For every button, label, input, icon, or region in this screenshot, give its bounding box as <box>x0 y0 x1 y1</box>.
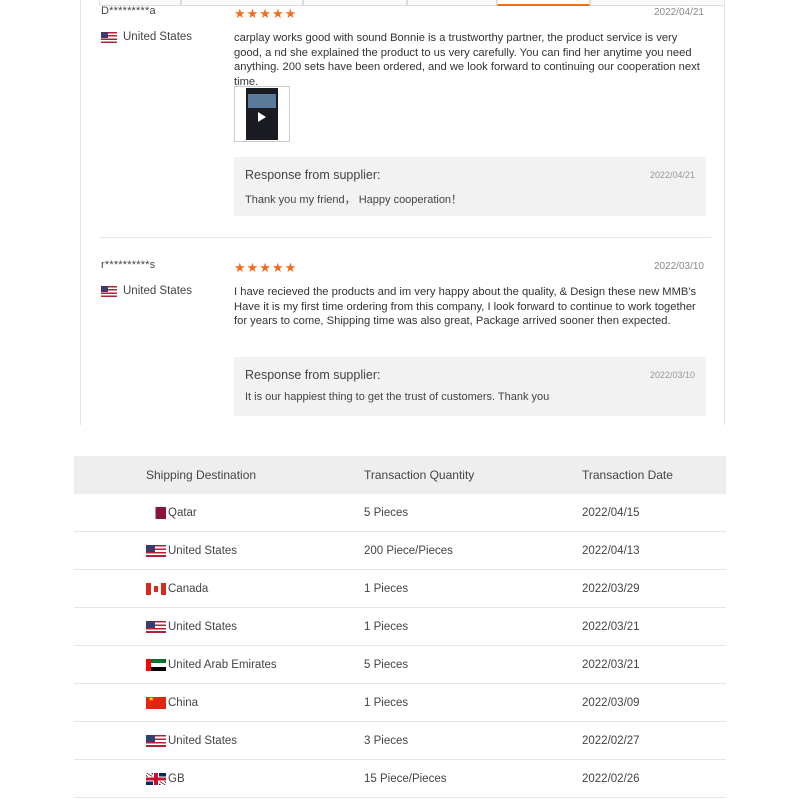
destination-name: United States <box>168 545 238 557</box>
quantity-cell: 1 Pieces <box>364 697 409 709</box>
video-preview <box>246 88 278 140</box>
destination-cell: United States <box>146 545 237 557</box>
supplier-response: Response from supplier: 2022/04/21 Thank… <box>234 157 706 216</box>
quantity-cell: 1 Pieces <box>364 621 409 633</box>
date-cell: 2022/04/15 <box>582 507 640 519</box>
quantity-cell: 1 Pieces <box>364 583 409 595</box>
date-cell: 2022/02/27 <box>582 735 640 747</box>
review-text: I have recieved the products and im very… <box>234 286 697 327</box>
china-flag-icon <box>146 695 166 709</box>
shipping-table: Shipping Destination Transaction Quantit… <box>74 456 726 800</box>
date-cell: 2022/03/29 <box>582 583 640 595</box>
gb-flag-icon <box>146 773 166 785</box>
tab[interactable] <box>303 0 407 6</box>
play-icon <box>258 112 266 122</box>
destination-name: United States <box>168 621 238 633</box>
response-title: Response from supplier: <box>245 368 381 382</box>
us-flag-icon <box>101 31 117 43</box>
tab[interactable] <box>407 0 497 6</box>
destination-cell: China <box>146 695 199 709</box>
destination-cell: Qatar <box>146 507 197 519</box>
quantity-cell: 200 Piece/Pieces <box>364 545 453 557</box>
destination-name: United Arab Emirates <box>168 659 277 671</box>
reviewer-country: United States <box>101 285 192 297</box>
response-text: Thank you my friend， Happy cooperation！ <box>245 194 463 206</box>
tab-active[interactable] <box>497 0 590 6</box>
date-cell: 2022/03/21 <box>582 659 640 671</box>
us-flag-icon <box>101 285 117 297</box>
column-header-destination: Shipping Destination <box>146 468 257 482</box>
reviewer-name: D*********a <box>101 5 156 17</box>
table-row: GB 15 Piece/Pieces 2022/02/26 <box>74 760 726 798</box>
destination-cell: United States <box>146 621 237 633</box>
review-divider <box>99 237 711 238</box>
table-row: China 1 Pieces 2022/03/09 <box>74 684 726 722</box>
star-rating: ★★★★★ <box>234 260 298 275</box>
table-row: United States 1 Pieces 2022/03/21 <box>74 608 726 646</box>
date-cell: 2022/04/13 <box>582 545 640 557</box>
destination-cell: Canada <box>146 583 208 595</box>
country-label: United States <box>123 31 193 43</box>
response-text: It is our happiest thing to get the trus… <box>245 391 550 403</box>
canada-flag-icon <box>146 583 166 595</box>
column-header-date: Transaction Date <box>582 468 673 482</box>
quantity-cell: 3 Pieces <box>364 735 409 747</box>
destination-name: Canada <box>168 583 209 595</box>
video-frame <box>248 94 276 108</box>
us-flag-icon <box>146 735 166 747</box>
response-title: Response from supplier: <box>245 168 381 182</box>
table-header: Shipping Destination Transaction Quantit… <box>74 456 726 494</box>
country-label: United States <box>123 285 193 297</box>
destination-name: United States <box>168 735 238 747</box>
destination-name: Qatar <box>168 507 197 519</box>
supplier-response: Response from supplier: 2022/03/10 It is… <box>234 357 706 416</box>
qatar-flag-icon <box>152 507 166 519</box>
date-cell: 2022/03/21 <box>582 621 640 633</box>
review-video-thumbnail[interactable] <box>234 86 290 142</box>
table-row: Canada 1 Pieces 2022/03/29 <box>74 570 726 608</box>
uae-flag-icon <box>146 659 166 671</box>
tab[interactable] <box>590 0 724 6</box>
destination-name: China <box>168 697 199 709</box>
table-row: Qatar 5 Pieces 2022/04/15 <box>74 494 726 532</box>
date-cell: 2022/03/09 <box>582 697 640 709</box>
review-date: 2022/03/10 <box>653 261 704 272</box>
reviewer-country: United States <box>101 31 192 43</box>
us-flag-icon <box>146 621 166 633</box>
us-flag-icon <box>146 545 166 557</box>
table-row: United States 3 Pieces 2022/02/27 <box>74 722 726 760</box>
destination-name: GB <box>168 773 185 785</box>
star-rating: ★★★★★ <box>234 6 298 21</box>
table-row: United Arab Emirates 5 Pieces 2022/03/21 <box>74 646 726 684</box>
date-cell: 2022/02/26 <box>582 773 640 785</box>
review-text: carplay works good with sound Bonnie is … <box>234 32 700 88</box>
review-tab-bar <box>81 0 724 6</box>
response-date: 2022/03/10 <box>649 370 695 380</box>
reviewer-name: r**********s <box>101 259 156 271</box>
destination-cell: GB <box>146 773 185 785</box>
destination-cell: United States <box>146 735 237 747</box>
quantity-cell: 5 Pieces <box>364 507 409 519</box>
column-header-quantity: Transaction Quantity <box>364 468 475 482</box>
table-row: United States 200 Piece/Pieces 2022/04/1… <box>74 532 726 570</box>
review-date: 2022/04/21 <box>653 7 704 18</box>
quantity-cell: 5 Pieces <box>364 659 409 671</box>
quantity-cell: 15 Piece/Pieces <box>364 773 447 785</box>
reviews-panel: D*********a ★★★★★ 2022/04/21 United Stat… <box>80 0 725 425</box>
destination-cell: United Arab Emirates <box>146 659 277 671</box>
response-date: 2022/04/21 <box>649 170 695 180</box>
